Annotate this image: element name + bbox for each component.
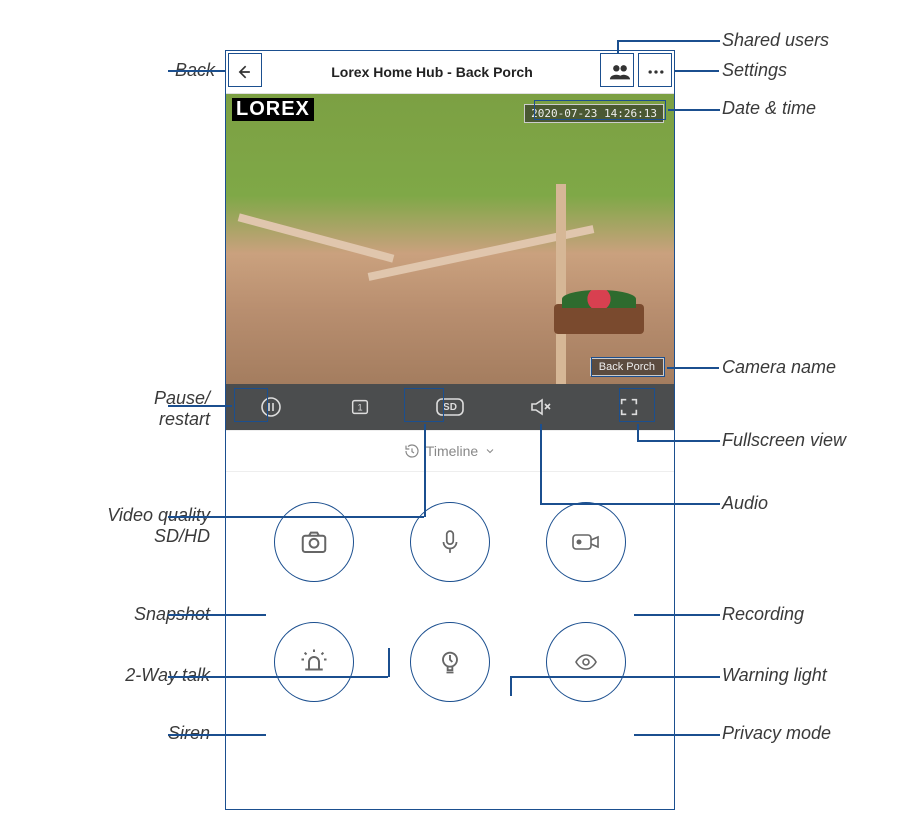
callout-shared-users: Shared users bbox=[722, 30, 829, 51]
split-view-button[interactable]: 1 bbox=[345, 392, 375, 422]
siren-button[interactable] bbox=[274, 622, 354, 702]
callout-warning-light: Warning light bbox=[722, 665, 827, 686]
timeline-label: Timeline bbox=[426, 443, 478, 459]
callout-line bbox=[637, 424, 639, 441]
callout-quality: Video quality SD/HD bbox=[95, 505, 210, 547]
video-feed[interactable]: LOREX 2020-07-23 14:26:13 Back Porch bbox=[226, 94, 674, 384]
callout-settings: Settings bbox=[722, 60, 787, 81]
callout-privacy: Privacy mode bbox=[722, 723, 831, 744]
recording-button[interactable] bbox=[546, 502, 626, 582]
quality-label: SD bbox=[443, 402, 457, 413]
app-header: Lorex Home Hub - Back Porch bbox=[226, 51, 674, 94]
siren-icon bbox=[299, 647, 329, 677]
callout-datetime: Date & time bbox=[722, 98, 816, 119]
callout-line bbox=[634, 734, 720, 736]
bulb-icon bbox=[436, 647, 464, 677]
audio-mute-button[interactable] bbox=[525, 392, 555, 422]
callout-fullscreen: Fullscreen view bbox=[722, 430, 846, 451]
camera-icon bbox=[299, 527, 329, 557]
video-icon bbox=[570, 529, 602, 555]
callout-line bbox=[424, 424, 426, 517]
two-way-talk-button[interactable] bbox=[410, 502, 490, 582]
fullscreen-button[interactable] bbox=[614, 392, 644, 422]
callout-audio: Audio bbox=[722, 493, 768, 514]
page-title: Lorex Home Hub - Back Porch bbox=[262, 64, 602, 80]
callout-line bbox=[540, 424, 542, 504]
app-frame: Lorex Home Hub - Back Porch LOREX 2020-0… bbox=[225, 50, 675, 810]
scene-decor bbox=[554, 304, 644, 334]
pause-button[interactable] bbox=[256, 392, 286, 422]
callout-recording: Recording bbox=[722, 604, 804, 625]
callout-line bbox=[617, 40, 619, 53]
settings-button[interactable] bbox=[638, 54, 674, 90]
eye-icon bbox=[571, 650, 601, 674]
callout-line bbox=[168, 516, 424, 518]
datetime-badge: 2020-07-23 14:26:13 bbox=[524, 104, 664, 123]
callout-camera-name: Camera name bbox=[722, 357, 836, 378]
callout-line bbox=[674, 70, 719, 72]
back-button[interactable] bbox=[226, 54, 262, 90]
callout-line bbox=[168, 734, 266, 736]
microphone-icon bbox=[437, 527, 463, 557]
callout-line bbox=[510, 676, 512, 696]
scene-decor bbox=[556, 184, 566, 384]
scene-decor bbox=[238, 213, 395, 262]
camera-name-badge: Back Porch bbox=[590, 358, 664, 376]
callout-line bbox=[540, 503, 720, 505]
video-quality-button[interactable]: SD bbox=[435, 392, 465, 422]
callout-line bbox=[617, 40, 720, 42]
privacy-mode-button[interactable] bbox=[546, 622, 626, 702]
callout-line bbox=[634, 614, 720, 616]
callout-line bbox=[388, 648, 390, 677]
brand-logo: LOREX bbox=[232, 98, 314, 121]
callout-line bbox=[168, 614, 266, 616]
snapshot-button[interactable] bbox=[274, 502, 354, 582]
warning-light-button[interactable] bbox=[410, 622, 490, 702]
callout-line bbox=[637, 440, 720, 442]
svg-text:1: 1 bbox=[358, 403, 363, 413]
callout-line bbox=[168, 70, 226, 72]
callout-line bbox=[168, 676, 388, 678]
callout-line bbox=[168, 405, 232, 407]
history-icon bbox=[404, 443, 420, 459]
shared-users-button[interactable] bbox=[602, 54, 638, 90]
callout-line bbox=[510, 676, 720, 678]
callout-pause: Pause/ restart bbox=[110, 388, 210, 430]
chevron-down-icon bbox=[484, 445, 496, 457]
callout-line bbox=[667, 367, 719, 369]
callout-line bbox=[668, 109, 720, 111]
video-controls-bar: 1 SD bbox=[226, 384, 674, 430]
timeline-toggle[interactable]: Timeline bbox=[226, 430, 674, 472]
